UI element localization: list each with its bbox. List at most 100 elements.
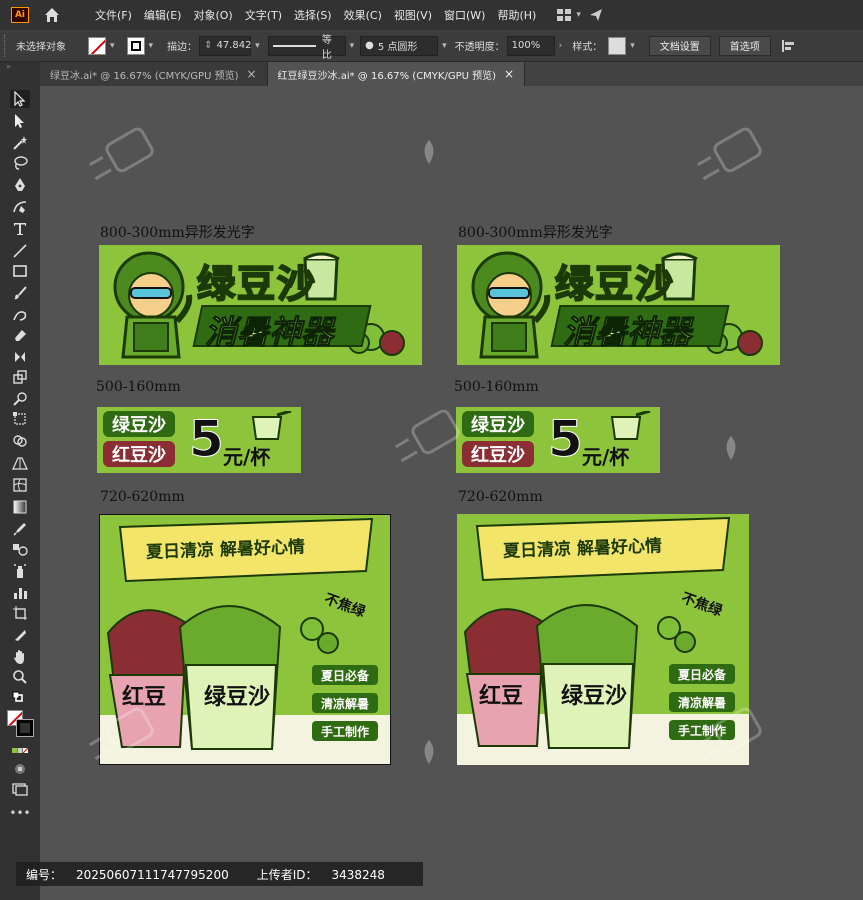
banner-artwork-copy[interactable]: 绿豆沙 消暑神器 bbox=[457, 245, 780, 365]
magic-wand-icon[interactable] bbox=[10, 134, 30, 152]
menu-window[interactable]: 窗口(W) bbox=[444, 7, 485, 23]
perspective-icon[interactable] bbox=[10, 454, 30, 472]
price-sign-artwork-copy[interactable]: 绿豆沙 红豆沙 5 元/杯 bbox=[456, 407, 660, 473]
watermark-logo bbox=[394, 409, 460, 463]
symbol-sprayer-icon[interactable] bbox=[10, 562, 30, 580]
stroke-weight-input[interactable]: ⇕ 47.842 bbox=[199, 35, 251, 56]
scale-icon[interactable] bbox=[10, 368, 30, 386]
size-label: 800-300mm异形发光字 bbox=[458, 225, 613, 241]
menu-type[interactable]: 文字(T) bbox=[245, 7, 282, 23]
close-icon[interactable]: × bbox=[246, 67, 256, 81]
menu-file[interactable]: 文件(F) bbox=[95, 7, 132, 23]
curvature-icon[interactable] bbox=[10, 198, 30, 216]
cup-icon bbox=[251, 411, 292, 440]
type-icon[interactable] bbox=[10, 220, 30, 238]
warp-icon[interactable] bbox=[10, 390, 30, 408]
price-sign-artwork[interactable]: 绿豆沙 红豆沙 5 元/杯 bbox=[97, 407, 301, 473]
menu-edit[interactable]: 编辑(E) bbox=[144, 7, 182, 23]
menu-items: 文件(F) 编辑(E) 对象(O) 文字(T) 选择(S) 效果(C) 视图(V… bbox=[95, 7, 548, 23]
poster-feature: 夏日必备 bbox=[669, 664, 735, 684]
close-icon[interactable]: × bbox=[504, 67, 514, 81]
stroke-weight-dropdown-icon[interactable]: ▾ bbox=[255, 41, 260, 51]
graphic-style-swatch[interactable] bbox=[608, 36, 627, 55]
default-fill-stroke-icon[interactable] bbox=[10, 690, 30, 708]
eyedropper-icon[interactable] bbox=[10, 520, 30, 538]
size-label: 720-620mm bbox=[100, 489, 185, 505]
stroke-swatch[interactable] bbox=[126, 36, 145, 55]
rotate-icon[interactable] bbox=[10, 348, 30, 366]
color-mode-icons[interactable] bbox=[10, 742, 30, 760]
menu-select[interactable]: 选择(S) bbox=[294, 7, 332, 23]
size-label: 800-300mm异形发光字 bbox=[100, 225, 255, 241]
profile-dropdown-icon[interactable]: ▾ bbox=[350, 41, 355, 51]
image-info-overlay: 编号： 20250607111747795200 上传者ID： 3438248 bbox=[16, 862, 423, 886]
watermark-logo bbox=[696, 707, 762, 761]
fill-stroke-swatches[interactable] bbox=[7, 710, 35, 737]
align-icon[interactable] bbox=[781, 39, 795, 53]
document-setup-button[interactable]: 文档设置 bbox=[648, 35, 711, 56]
style-label: 样式： bbox=[572, 42, 603, 53]
fill-swatch[interactable] bbox=[88, 36, 106, 55]
poster-cup-green-label: 绿豆沙 bbox=[561, 684, 628, 709]
poster-feature: 清凉解暑 bbox=[312, 693, 378, 713]
home-icon[interactable] bbox=[43, 6, 61, 24]
fill-dropdown-icon[interactable]: ▾ bbox=[110, 41, 115, 51]
graph-icon[interactable] bbox=[10, 584, 30, 602]
screen-mode-icon[interactable] bbox=[10, 780, 30, 798]
preferences-button[interactable]: 首选项 bbox=[718, 35, 771, 56]
paintbrush-icon[interactable] bbox=[10, 284, 30, 302]
direct-selection-tool-icon[interactable] bbox=[10, 112, 30, 130]
brush-definition[interactable]: ● 5 点圆形 bbox=[360, 35, 439, 56]
selection-tool-icon[interactable] bbox=[10, 90, 30, 108]
shape-builder-icon[interactable] bbox=[10, 432, 30, 450]
pen-icon[interactable] bbox=[10, 176, 30, 194]
tab-redbean-mungbean[interactable]: 红豆绿豆沙冰.ai* @ 16.67% (CMYK/GPU 预览) × bbox=[267, 62, 526, 86]
banner-title: 绿豆沙 bbox=[554, 261, 676, 307]
free-transform-icon[interactable] bbox=[10, 410, 30, 428]
brush-dropdown-icon[interactable]: ▾ bbox=[442, 41, 447, 51]
menu-view[interactable]: 视图(V) bbox=[394, 7, 432, 23]
rectangle-icon[interactable] bbox=[10, 262, 30, 280]
price-unit: 元/杯 bbox=[223, 445, 271, 469]
shaper-icon[interactable] bbox=[10, 306, 30, 324]
lasso-icon[interactable] bbox=[10, 154, 30, 172]
watermark-leaf-icon bbox=[726, 436, 736, 460]
menu-object[interactable]: 对象(O) bbox=[193, 7, 232, 23]
more-tools-icon[interactable]: ••• bbox=[9, 804, 30, 822]
uploader-label: 上传者ID： 3438248 bbox=[256, 867, 385, 882]
draw-mode-icon[interactable] bbox=[10, 760, 30, 778]
style-dropdown-icon[interactable]: ▾ bbox=[630, 41, 635, 51]
blend-icon[interactable] bbox=[10, 540, 30, 558]
price-unit: 元/杯 bbox=[582, 445, 630, 469]
arrange-icon[interactable] bbox=[556, 8, 572, 22]
canvas-area[interactable]: 800-300mm异形发光字 800-300mm异形发光字 500-160mm … bbox=[40, 86, 863, 900]
tools-panel: » ••• bbox=[0, 62, 40, 900]
eraser-icon[interactable] bbox=[10, 326, 30, 344]
hand-icon[interactable] bbox=[10, 648, 30, 666]
stroke-dropdown-icon[interactable]: ▾ bbox=[149, 41, 154, 51]
line-icon[interactable] bbox=[10, 242, 30, 260]
banner-subtitle: 消暑神器 bbox=[204, 313, 334, 352]
slice-icon[interactable] bbox=[10, 626, 30, 644]
poster-cup-red-label: 红豆 bbox=[479, 684, 524, 709]
mesh-icon[interactable] bbox=[10, 476, 30, 494]
stroke-label: 描边： bbox=[167, 42, 198, 53]
variable-width-profile[interactable]: 等比 bbox=[267, 35, 346, 61]
zoom-icon[interactable] bbox=[10, 668, 30, 686]
arrange-dropdown-icon[interactable]: ▾ bbox=[576, 10, 581, 20]
gradient-icon[interactable] bbox=[10, 498, 30, 516]
id-label: 编号： 20250607111747795200 bbox=[26, 867, 229, 882]
menu-help[interactable]: 帮助(H) bbox=[497, 7, 536, 23]
panel-grip[interactable] bbox=[4, 34, 8, 57]
menu-effect[interactable]: 效果(C) bbox=[344, 7, 382, 23]
artboard-icon[interactable] bbox=[10, 604, 30, 622]
opacity-arrow-icon[interactable]: › bbox=[559, 41, 563, 51]
price-sign-line2: 红豆沙 bbox=[103, 441, 175, 467]
toolbar-collapse-icon[interactable]: » bbox=[0, 62, 40, 72]
banner-artwork[interactable]: 绿豆沙 消暑神器 bbox=[99, 245, 422, 365]
opacity-input[interactable]: 100% bbox=[506, 35, 555, 56]
tab-mungbean-ice[interactable]: 绿豆冰.ai* @ 16.67% (CMYK/GPU 预览) × bbox=[40, 62, 268, 86]
poster-feature: 手工制作 bbox=[312, 721, 378, 741]
price-number: 5 bbox=[548, 410, 584, 468]
send-icon[interactable] bbox=[589, 8, 603, 22]
